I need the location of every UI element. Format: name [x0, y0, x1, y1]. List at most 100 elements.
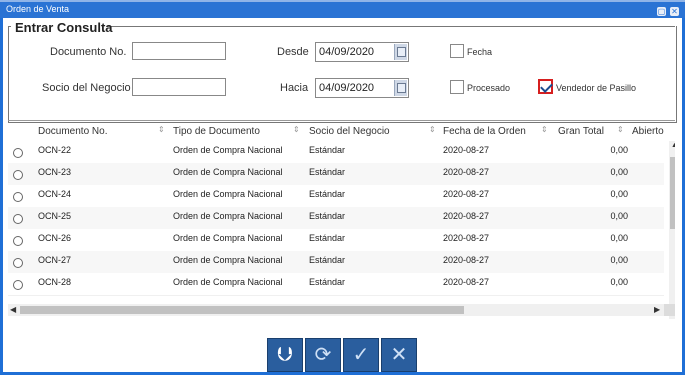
close-icon[interactable]: ✕: [670, 7, 679, 16]
scroll-thumb[interactable]: [670, 157, 675, 229]
column-header-tipo[interactable]: Tipo de Documento ⇕: [173, 121, 303, 141]
table-cell: Estándar: [309, 255, 346, 265]
checkmark-icon: ✓: [352, 344, 370, 366]
table-row[interactable]: OCN-22 Orden de Compra Nacional Estándar 20…: [8, 141, 664, 164]
sort-icon[interactable]: ⇕: [429, 125, 436, 134]
close-x-icon: ✕: [390, 344, 408, 366]
table-cell: Orden de Compra Nacional: [173, 211, 283, 221]
table-cell: 0,00: [610, 277, 628, 287]
procesado-label: Procesado: [467, 83, 511, 93]
table-cell: Orden de Compra Nacional: [173, 277, 283, 287]
hacia-date-field[interactable]: 04/09/2020: [315, 78, 409, 98]
desde-date-field[interactable]: 04/09/2020: [315, 42, 409, 62]
socio-input[interactable]: [132, 78, 226, 96]
sort-icon[interactable]: ⇕: [617, 125, 624, 134]
column-header-label: Abierto: [632, 126, 664, 137]
table-cell: OCN-23: [38, 167, 72, 177]
procesado-checkbox[interactable]: [450, 80, 464, 94]
column-header-label: Socio del Negocio: [309, 126, 390, 137]
scroll-left-icon[interactable]: ◀: [10, 305, 16, 314]
table-cell: 0,00: [610, 255, 628, 265]
documento-input[interactable]: [132, 42, 226, 60]
table-cell: Orden de Compra Nacional: [173, 145, 283, 155]
scroll-right-icon[interactable]: ▶: [654, 305, 660, 314]
sort-icon[interactable]: ⇕: [158, 125, 165, 134]
column-header-fecha[interactable]: Fecha de la Orden ⇕: [443, 121, 553, 141]
sort-icon[interactable]: ⇕: [293, 125, 300, 134]
scroll-thumb[interactable]: [20, 306, 464, 314]
desde-date-value: 04/09/2020: [319, 46, 375, 58]
hacia-date-value: 04/09/2020: [319, 82, 375, 94]
table-cell: 0,00: [610, 189, 628, 199]
desde-label: Desde: [277, 46, 309, 58]
table-cell: OCN-24: [38, 189, 72, 199]
table-cell: OCN-28: [38, 277, 72, 287]
scroll-up-icon[interactable]: ▲: [671, 142, 675, 149]
table-cell: 2020-08-27: [443, 167, 490, 177]
calendar-icon[interactable]: [394, 44, 407, 60]
table-cell: Estándar: [309, 189, 346, 199]
refresh-button[interactable]: ⟳: [305, 338, 341, 372]
row-radio[interactable]: [13, 280, 23, 290]
table-cell: Estándar: [309, 145, 346, 155]
table-row[interactable]: OCN-28 Orden de Compra Nacional Estándar 20…: [8, 273, 664, 296]
row-radio[interactable]: [13, 258, 23, 268]
back-button[interactable]: ⮋: [267, 338, 303, 372]
table-cell: 2020-08-27: [443, 189, 490, 199]
sort-icon[interactable]: ⇕: [541, 125, 548, 134]
vertical-scrollbar[interactable]: ▲ ▼: [669, 141, 675, 319]
table-row[interactable]: OCN-27 Orden de Compra Nacional Estándar 20…: [8, 251, 664, 274]
column-header-label: Documento No.: [38, 126, 108, 137]
vendedor-checkbox[interactable]: [538, 79, 553, 94]
table-row[interactable]: OCN-23 Orden de Compra Nacional Estándar 20…: [8, 163, 664, 186]
table-cell: 0,00: [610, 233, 628, 243]
column-header-socio[interactable]: Socio del Negocio ⇕: [309, 121, 439, 141]
table-cell: Orden de Compra Nacional: [173, 167, 283, 177]
row-radio[interactable]: [13, 192, 23, 202]
column-header-abierto[interactable]: Abierto: [632, 121, 672, 141]
table-row[interactable]: OCN-25 Orden de Compra Nacional Estándar 20…: [8, 207, 664, 230]
table-cell: Estándar: [309, 233, 346, 243]
fecha-checkbox[interactable]: [450, 44, 464, 58]
fecha-label: Fecha: [467, 47, 493, 57]
row-radio[interactable]: [13, 148, 23, 158]
column-header-documento[interactable]: Documento No. ⇕: [38, 121, 168, 141]
table-cell: OCN-26: [38, 233, 72, 243]
action-toolbar: ⮋ ⟳ ✓ ✕: [267, 338, 419, 372]
window-title: Orden de Venta: [6, 4, 70, 14]
table-cell: Orden de Compra Nacional: [173, 233, 283, 243]
maximize-icon[interactable]: ▢: [657, 7, 666, 16]
table-cell: 0,00: [610, 211, 628, 221]
table-cell: 2020-08-27: [443, 277, 490, 287]
table-cell: Estándar: [309, 211, 346, 221]
row-radio[interactable]: [13, 236, 23, 246]
table-cell: OCN-25: [38, 211, 72, 221]
column-header-label: Tipo de Documento: [173, 126, 260, 137]
row-radio[interactable]: [13, 170, 23, 180]
table-cell: Estándar: [309, 167, 346, 177]
column-header-total[interactable]: Gran Total ⇕: [558, 121, 628, 141]
scroll-corner: [664, 304, 675, 316]
dialog-content: Entrar Consulta Documento No. Socio del …: [3, 18, 682, 372]
cancel-button[interactable]: ✕: [381, 338, 417, 372]
socio-label: Socio del Negocio: [42, 82, 131, 94]
table-cell: OCN-22: [38, 145, 72, 155]
titlebar: Orden de Venta ▢ ✕: [0, 2, 685, 18]
refresh-icon: ⟳: [314, 344, 332, 366]
table-cell: 2020-08-27: [443, 145, 490, 155]
table-cell: Orden de Compra Nacional: [173, 255, 283, 265]
fieldset-legend: Entrar Consulta: [15, 20, 113, 35]
table-row[interactable]: OCN-26 Orden de Compra Nacional Estándar 20…: [8, 229, 664, 252]
ok-button[interactable]: ✓: [343, 338, 379, 372]
table-cell: OCN-27: [38, 255, 72, 265]
column-header-label: Fecha de la Orden: [443, 126, 526, 137]
results-table: Documento No. ⇕ Tipo de Documento ⇕ Soci…: [8, 120, 675, 321]
table-cell: 2020-08-27: [443, 233, 490, 243]
table-cell: 0,00: [610, 167, 628, 177]
calendar-icon[interactable]: [394, 80, 407, 96]
table-cell: Orden de Compra Nacional: [173, 189, 283, 199]
row-radio[interactable]: [13, 214, 23, 224]
table-row[interactable]: OCN-24 Orden de Compra Nacional Estándar 20…: [8, 185, 664, 208]
horizontal-scrollbar[interactable]: ◀ ▶: [8, 304, 664, 316]
vendedor-label: Vendedor de Pasillo: [556, 83, 637, 93]
